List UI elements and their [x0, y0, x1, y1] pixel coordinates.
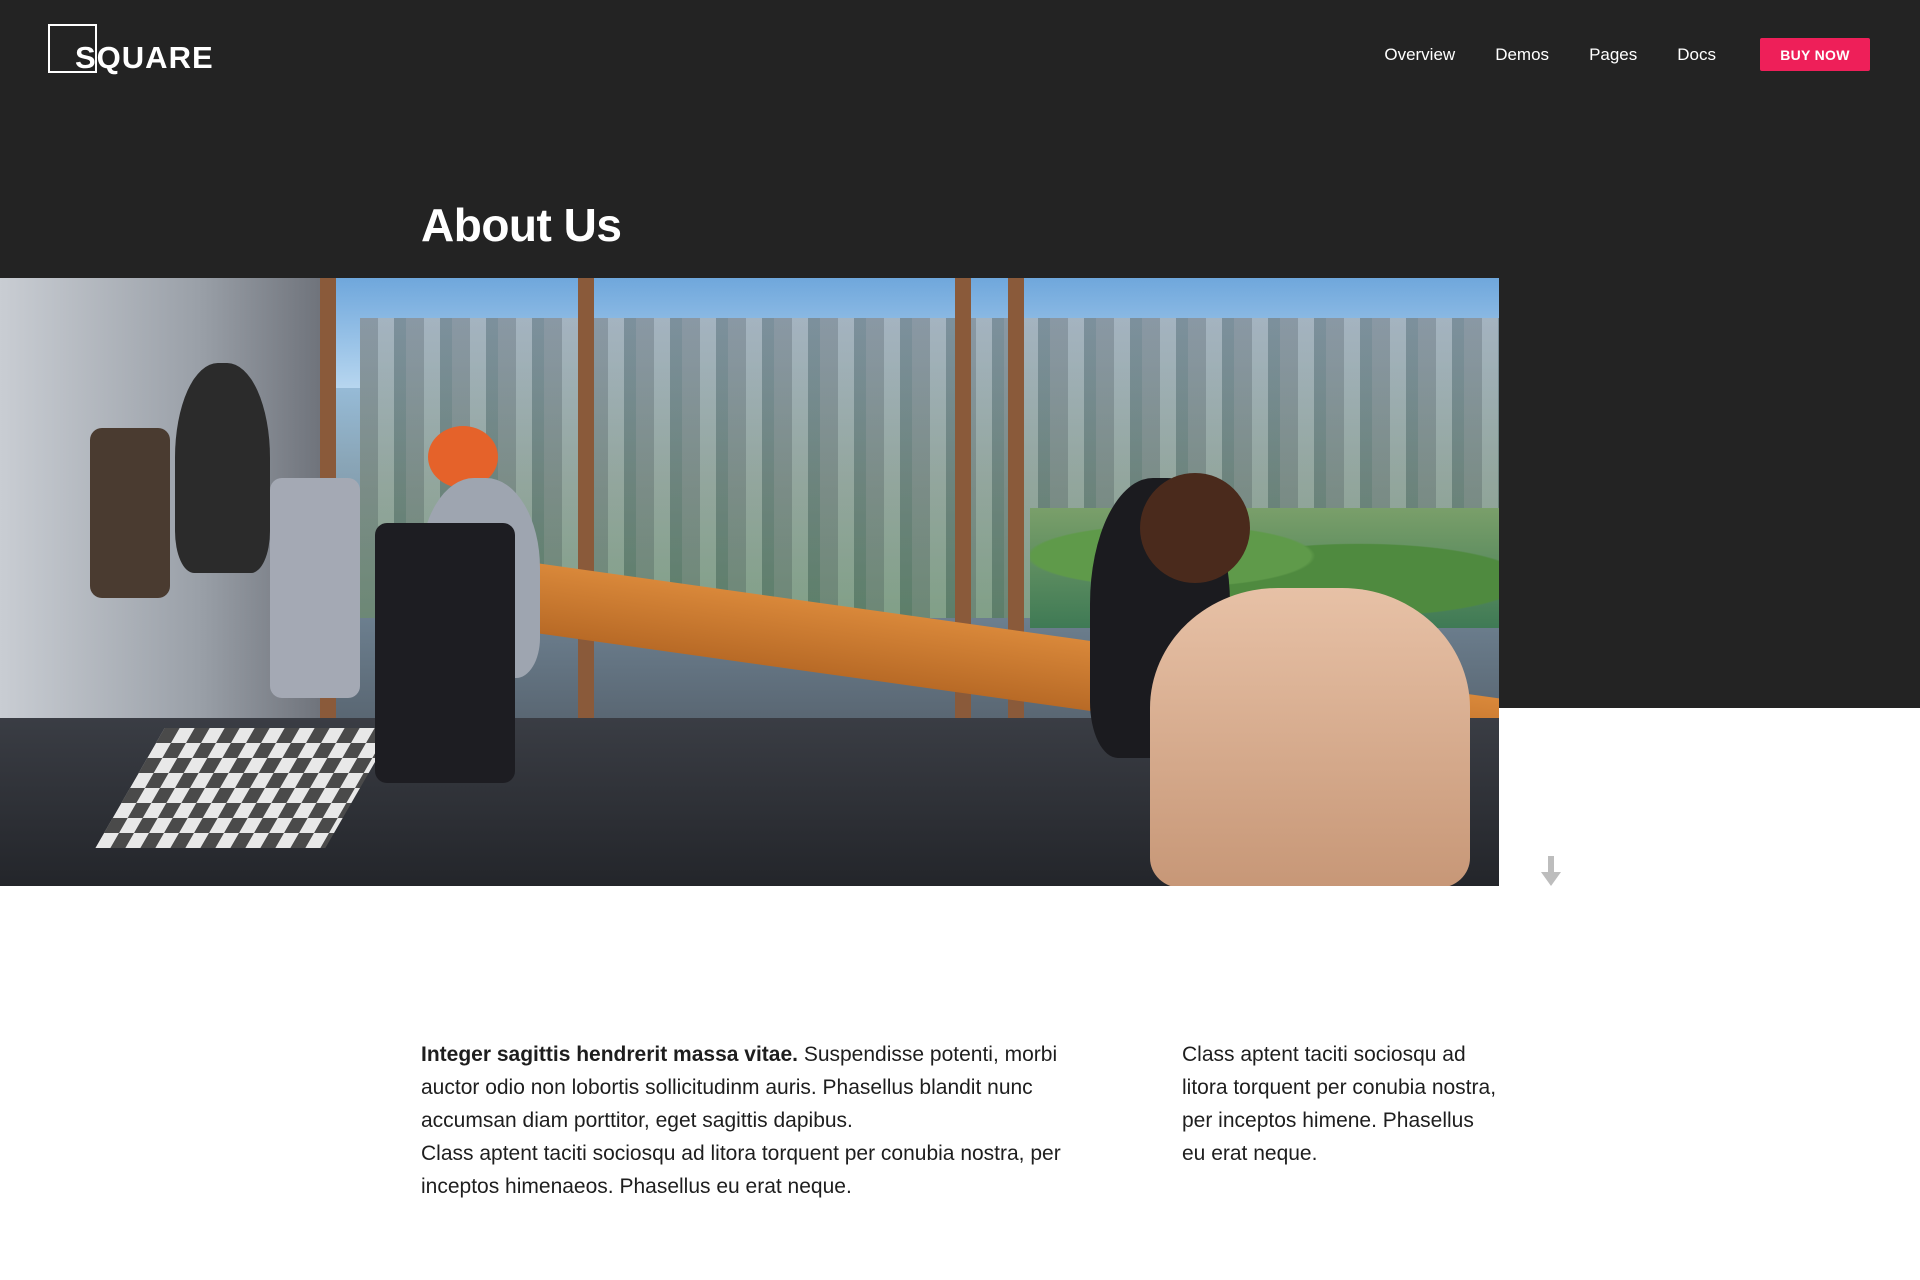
logo-text: SQUARE [75, 40, 214, 75]
nav-demos[interactable]: Demos [1495, 44, 1549, 66]
main-nav: Overview Demos Pages Docs BUY NOW [1384, 38, 1870, 71]
paragraph-1: Integer sagittis hendrerit massa vitae. … [421, 1038, 1121, 1137]
nav-overview[interactable]: Overview [1384, 44, 1455, 66]
paragraph-2: Class aptent taciti sociosqu ad litora t… [421, 1142, 1061, 1198]
arrow-down-icon[interactable] [1540, 856, 1562, 888]
hero-image [0, 278, 1499, 886]
logo[interactable]: SQUARE [48, 24, 228, 74]
buy-now-button[interactable]: BUY NOW [1760, 38, 1870, 71]
lead-text: Integer sagittis hendrerit massa vitae. [421, 1043, 798, 1066]
page-title: About Us [421, 199, 622, 251]
about-text-left: Integer sagittis hendrerit massa vitae. … [421, 1038, 1121, 1203]
about-text-right: Class aptent taciti sociosqu ad litora t… [1182, 1038, 1502, 1170]
paragraph-right: Class aptent taciti sociosqu ad litora t… [1182, 1043, 1497, 1165]
nav-docs[interactable]: Docs [1677, 44, 1716, 66]
nav-pages[interactable]: Pages [1589, 44, 1637, 66]
